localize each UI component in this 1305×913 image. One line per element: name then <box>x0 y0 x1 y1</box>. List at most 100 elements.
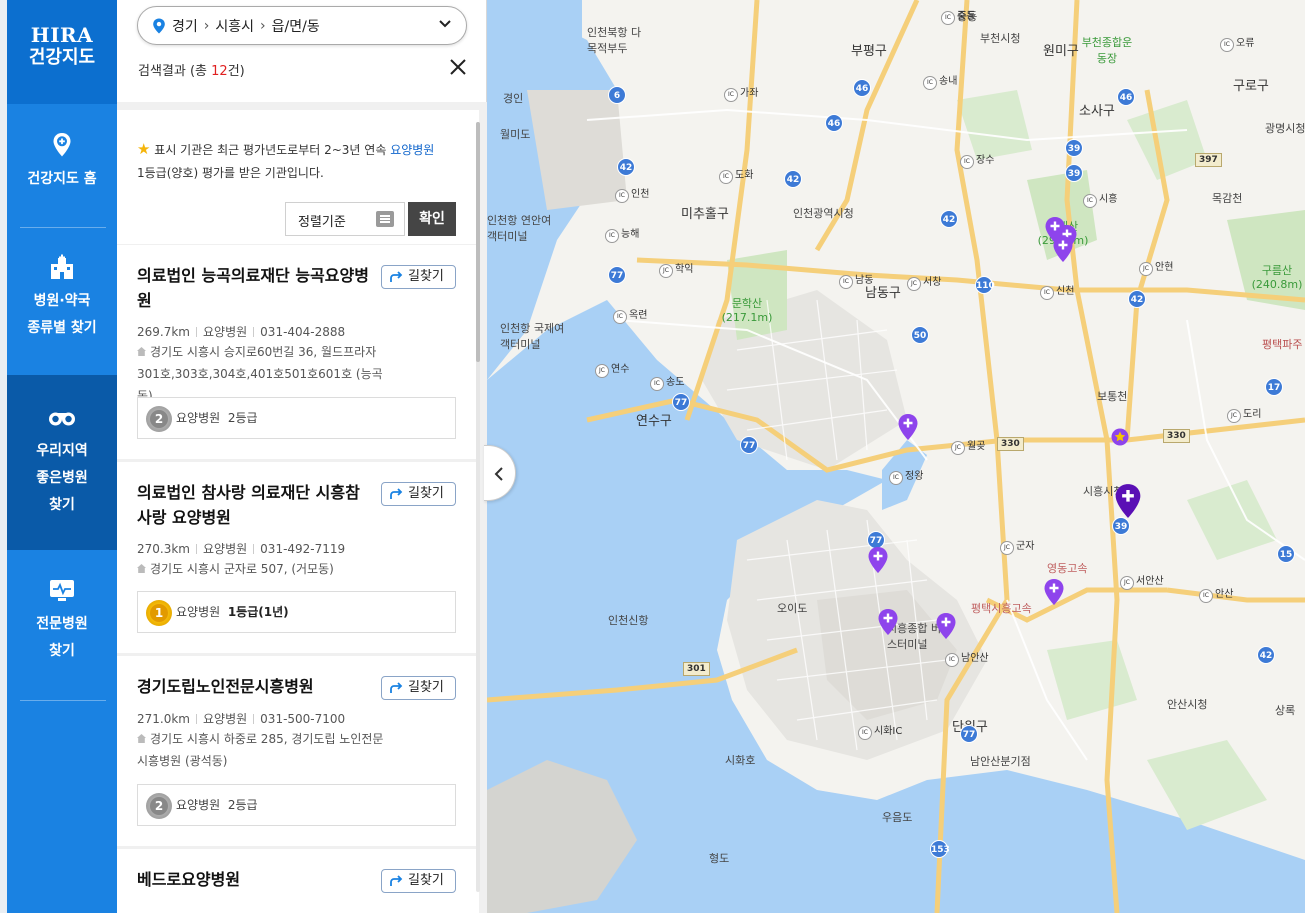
hospital-marker-icon[interactable] <box>936 613 956 639</box>
ic-name: 안현 <box>1155 262 1174 273</box>
map-base <box>487 0 1305 913</box>
hospital-marker-icon[interactable] <box>1044 579 1064 605</box>
map-label: 보통천 <box>1097 390 1128 403</box>
route-label: 길찾기 <box>408 873 444 888</box>
route-button[interactable]: 길찾기 <box>381 265 456 289</box>
confirm-button[interactable]: 확인 <box>408 202 456 236</box>
ic-name: 능해 <box>621 229 640 240</box>
hospital-marker-icon[interactable] <box>878 609 898 635</box>
nav-hospital-types-line1: 병원·약국 <box>33 293 91 309</box>
map-label: 월미도 <box>500 128 531 141</box>
ic-label: IC 중동 <box>941 7 975 25</box>
ic-label: IC 송도 <box>650 373 684 391</box>
grade-medal-icon: 1 <box>146 600 172 626</box>
grade-number: 2 <box>150 410 168 428</box>
ic-label: IC 시흥 <box>1083 190 1117 208</box>
route-shield: 46 <box>1117 88 1135 106</box>
route-shield: 397 <box>1195 153 1222 167</box>
map-view[interactable]: 부평구 원미구 소사구 구로구 미추홀구 남동구 연수구 단원구 오이도 보통천… <box>487 0 1305 913</box>
nav-item-good-hospitals[interactable]: 우리지역 좋은병원 찾기 <box>7 375 117 550</box>
result-card[interactable]: 의료법인 능곡의료재단 능곡요양병원 길찾기 269.7km 요양병원 031-40… <box>117 245 479 459</box>
hospital-marker-icon[interactable] <box>868 547 888 573</box>
sort-select[interactable]: 정렬기준 <box>285 202 405 236</box>
hospital-meta: 270.3km 요양병원 031-492-7119 <box>137 540 345 557</box>
route-shield: 330 <box>997 437 1024 451</box>
nav-item-hospital-types[interactable]: 병원·약국 종류별 찾기 <box>7 252 117 370</box>
ic-label: JC 연수 <box>595 360 629 378</box>
hospital-name[interactable]: 의료법인 참사랑 의료재단 시흥참사랑 요양병원 <box>137 480 373 530</box>
ic-name: 오류 <box>1236 38 1255 49</box>
route-shield: 39 <box>1065 139 1083 157</box>
grade-text: 1등급(1년) <box>227 605 289 619</box>
map-label: 남안산분기점 <box>970 755 1031 768</box>
result-card[interactable]: 베드로요양병원 길찾기 <box>117 849 479 913</box>
result-card[interactable]: 경기도립노인전문시흥병원 길찾기 271.0km 요양병원 031-500-7100… <box>117 656 479 846</box>
scrollbar-thumb[interactable] <box>476 122 480 362</box>
ic-name: 월곶 <box>967 441 986 452</box>
route-arrow-icon <box>390 682 403 693</box>
ic-label: IC 가좌 <box>724 84 758 102</box>
list-icon <box>376 211 394 227</box>
route-shield: 50 <box>911 326 929 344</box>
hospital-name[interactable]: 베드로요양병원 <box>137 867 373 892</box>
grade-type: 요양병원 <box>176 798 221 812</box>
chevron-down-icon <box>439 20 451 28</box>
hospital-name[interactable]: 경기도립노인전문시흥병원 <box>137 674 373 699</box>
route-shield: 77 <box>608 266 626 284</box>
region-select[interactable]: 경기 › 시흥시 › 읍/면/동 <box>137 6 467 45</box>
nav-edge <box>0 0 7 913</box>
ic-name: 도리 <box>1243 409 1262 420</box>
route-shield: 42 <box>784 170 802 188</box>
ic-name: 가좌 <box>740 88 759 99</box>
hospital-meta: 269.7km 요양병원 031-404-2888 <box>137 323 345 340</box>
hira-logo[interactable]: HIRA 건강지도 <box>7 0 117 104</box>
ic-label: IC 도화 <box>719 166 753 184</box>
route-button[interactable]: 길찾기 <box>381 869 456 893</box>
result-card[interactable]: 의료법인 참사랑 의료재단 시흥참사랑 요양병원 길찾기 270.3km 요양병원… <box>117 462 479 653</box>
hospital-type: 요양병원 <box>203 542 248 556</box>
home-icon <box>137 564 146 573</box>
hospital-meta: 271.0km 요양병원 031-500-7100 <box>137 710 345 727</box>
ic-name: 정왕 <box>905 471 924 482</box>
ic-name: 송내 <box>939 76 958 87</box>
ic-label: IC 시화IC <box>858 722 902 740</box>
route-button[interactable]: 길찾기 <box>381 676 456 700</box>
result-list[interactable]: ★ 표시 기관은 최근 평가년도로부터 2~3년 연속 요양병원 1등급(양호)… <box>117 102 487 913</box>
route-shield: 42 <box>1257 646 1275 664</box>
hospital-name[interactable]: 의료법인 능곡의료재단 능곡요양병원 <box>137 263 373 313</box>
ic-label: IC 오류 <box>1220 34 1254 52</box>
star-hospital-marker-icon[interactable] <box>1111 428 1129 450</box>
ic-name: 옥련 <box>629 310 648 321</box>
map-label: 구로구 <box>1233 79 1269 94</box>
ic-label: JC 월곶 <box>951 437 985 455</box>
logo-line1: HIRA <box>30 23 94 47</box>
ic-name: 남동 <box>855 275 874 286</box>
hospital-marker-icon[interactable] <box>1053 236 1073 262</box>
ic-label: IC 장수 <box>960 151 994 169</box>
ic-label: JC 도리 <box>1227 405 1261 423</box>
map-label: 평택파주 <box>1262 338 1303 351</box>
hospital-marker-icon[interactable] <box>898 414 918 440</box>
map-label: 구름산 (240.8m) <box>1251 264 1303 291</box>
route-shield: 330 <box>1163 429 1190 443</box>
map-pin-plus-icon <box>53 133 71 157</box>
nav-home-label: 건강지도 홈 <box>27 171 97 187</box>
ic-label: IC 정왕 <box>889 467 923 485</box>
close-icon[interactable] <box>447 56 469 78</box>
grade-box: 2 요양병원 2등급 <box>137 397 456 439</box>
selected-hospital-marker-icon[interactable] <box>1115 484 1141 518</box>
ic-label: JC 서창 <box>907 273 941 291</box>
route-label: 길찾기 <box>408 269 444 284</box>
result-count-number: 12 <box>211 64 228 79</box>
nav-item-specialty[interactable]: 전문병원 찾기 <box>7 575 117 693</box>
ic-label: IC 남안산 <box>945 649 989 667</box>
route-button[interactable]: 길찾기 <box>381 482 456 506</box>
ic-label: IC 인천 <box>615 185 649 203</box>
ic-name: 학익 <box>675 264 694 275</box>
route-shield: 301 <box>683 662 710 676</box>
route-label: 길찾기 <box>408 680 444 695</box>
monitor-heartbeat-icon <box>50 580 74 601</box>
ic-name: 군자 <box>1016 541 1035 552</box>
nav-item-home[interactable]: 건강지도 홈 <box>7 130 117 227</box>
binoculars-icon <box>49 412 75 426</box>
